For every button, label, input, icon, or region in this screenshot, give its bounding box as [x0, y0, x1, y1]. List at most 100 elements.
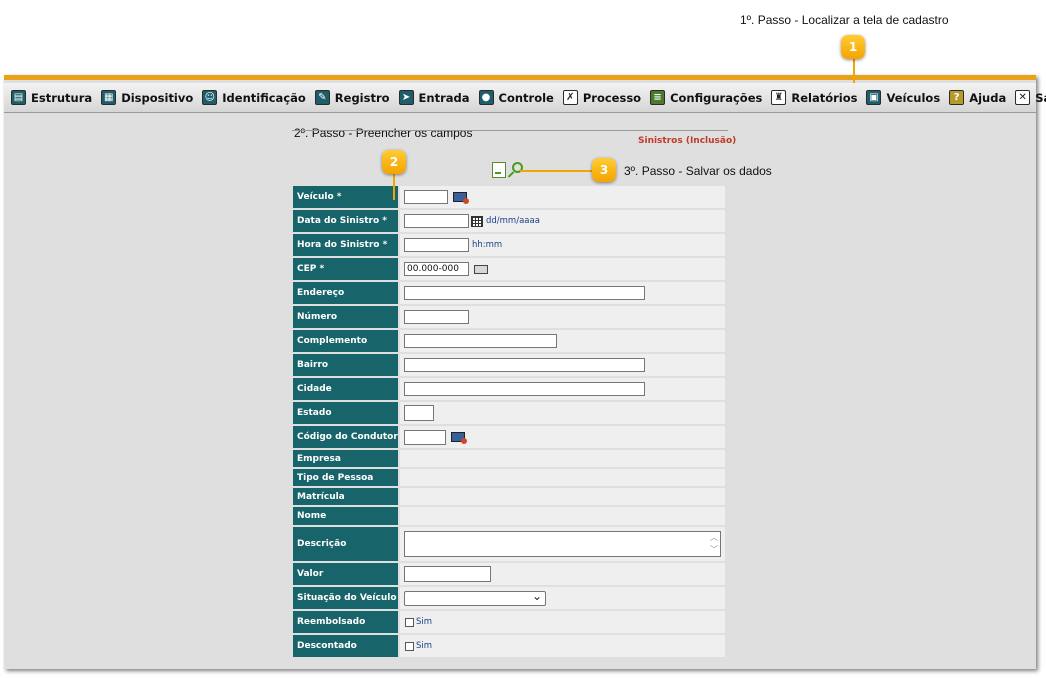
descontado-checkbox[interactable]	[405, 641, 414, 651]
label-complemento: Complemento	[293, 330, 398, 352]
menu-item-label: Sair	[1035, 90, 1046, 105]
label-cidade: Cidade	[293, 378, 398, 400]
menu-item-estrutura[interactable]: ▤ Estrutura	[11, 90, 92, 105]
step2-leader-line	[393, 174, 395, 200]
label-hora-sinistro: Hora do Sinistro *	[293, 234, 398, 256]
form-title: Sinistros (Inclusão)	[638, 136, 737, 146]
descricao-textarea[interactable]: ︿ ﹀	[404, 531, 721, 557]
menu-item-relatorios[interactable]: ♜ Relatórios	[771, 90, 857, 105]
settings-icon: ≡	[650, 90, 666, 105]
cidade-input[interactable]	[404, 382, 645, 396]
menu-item-label: Identificação	[222, 90, 306, 105]
bairro-input[interactable]	[404, 358, 645, 372]
complemento-input[interactable]	[404, 334, 557, 348]
estado-input[interactable]	[404, 405, 434, 421]
vehicle-icon: ▣	[866, 90, 882, 105]
menu-item-sair[interactable]: ✕ Sair	[1015, 90, 1046, 105]
menu-item-configuracoes[interactable]: ≡ Configurações	[650, 90, 762, 105]
menu-item-label: Veículos	[886, 90, 941, 105]
menu-item-ajuda[interactable]: ? Ajuda	[949, 90, 1006, 105]
step2-badge: 2	[382, 150, 406, 174]
control-icon: ●	[478, 90, 494, 105]
step1-badge: 1	[841, 35, 865, 59]
exit-icon: ✕	[1015, 90, 1031, 105]
label-descontado: Descontado	[293, 635, 398, 657]
label-codigo-condutor: Código do Condutor *	[293, 426, 406, 448]
menu-item-label: Registro	[334, 90, 390, 105]
date-format-hint: dd/mm/aaaa	[486, 216, 540, 226]
device-icon: ▦	[101, 90, 117, 105]
menu-item-label: Relatórios	[791, 90, 858, 105]
cep-input[interactable]: 00.000-000	[404, 262, 469, 276]
endereco-input[interactable]	[404, 286, 645, 300]
label-descricao: Descrição	[293, 527, 398, 561]
form-row-cidade: Cidade	[293, 378, 725, 400]
help-icon: ?	[949, 90, 965, 105]
hora-sinistro-input[interactable]	[404, 238, 469, 252]
chevron-down-icon[interactable]: ﹀	[710, 546, 718, 554]
main-menu-bar: ▤ Estrutura ▦ Dispositivo ☺ Identificação ✎…	[4, 83, 1046, 113]
menu-item-processo[interactable]: ✗ Processo	[562, 90, 642, 105]
veiculo-input[interactable]	[404, 190, 448, 204]
step3-annotation-text: 3º. Passo - Salvar os dados	[624, 164, 772, 178]
nome-value	[400, 507, 725, 525]
matricula-value	[400, 488, 725, 505]
menu-item-label: Estrutura	[31, 90, 93, 105]
vehicle-lookup-icon[interactable]	[453, 192, 469, 204]
chevron-up-icon[interactable]: ︿	[710, 534, 718, 542]
empresa-value	[400, 450, 725, 467]
label-data-sinistro: Data do Sinistro *	[293, 210, 398, 232]
calendar-icon[interactable]	[471, 215, 483, 227]
menu-item-registro[interactable]: ✎ Registro	[314, 90, 390, 105]
title-separator	[292, 130, 728, 131]
reports-icon: ♜	[771, 90, 787, 105]
menu-item-veiculos[interactable]: ▣ Veículos	[866, 90, 940, 105]
label-tipo-pessoa: Tipo de Pessoa	[293, 469, 398, 486]
reembolsado-option-label: Sim	[416, 617, 433, 627]
label-empresa: Empresa	[293, 450, 398, 467]
tipo-pessoa-value	[400, 469, 725, 486]
label-estado: Estado	[293, 402, 398, 424]
menu-item-label: Processo	[582, 90, 642, 105]
save-icon[interactable]	[492, 162, 506, 178]
valor-input[interactable]	[404, 566, 491, 582]
form-row-endereco: Endereço	[293, 282, 725, 304]
form-row-descricao: Descrição ︿ ﹀	[293, 527, 725, 561]
entry-icon: ➤	[398, 90, 414, 105]
form-row-data-sinistro: Data do Sinistro * dd/mm/aaaa	[293, 210, 725, 232]
label-veiculo: Veículo *	[293, 186, 398, 208]
form-row-complemento: Complemento	[293, 330, 725, 352]
time-format-hint: hh:mm	[472, 240, 503, 250]
numero-input[interactable]	[404, 310, 469, 324]
menu-item-dispositivo[interactable]: ▦ Dispositivo	[101, 90, 193, 105]
step1-leader-line	[853, 59, 855, 83]
address-lookup-icon[interactable]	[474, 264, 488, 274]
step3-badge: 3	[592, 158, 616, 182]
step2-annotation-text: 2º. Passo - Preencher os campos	[294, 126, 473, 140]
form-row-matricula: Matrícula	[293, 488, 725, 505]
menu-item-controle[interactable]: ● Controle	[478, 90, 554, 105]
form-row-reembolsado: Reembolsado Sim	[293, 611, 725, 633]
form-row-estado: Estado	[293, 402, 725, 424]
menu-item-entrada[interactable]: ➤ Entrada	[398, 90, 470, 105]
form-row-bairro: Bairro	[293, 354, 725, 376]
form-row-hora-sinistro: Hora do Sinistro * hh:mm	[293, 234, 725, 256]
label-valor: Valor	[293, 563, 398, 585]
label-nome: Nome	[293, 507, 398, 525]
form-row-situacao-veiculo: Situação do Veículo	[293, 587, 725, 609]
label-numero: Número	[293, 306, 398, 328]
label-reembolsado: Reembolsado	[293, 611, 398, 633]
reembolsado-checkbox[interactable]	[405, 617, 414, 627]
menu-item-label: Configurações	[670, 90, 763, 105]
process-icon: ✗	[562, 90, 578, 105]
codigo-condutor-input[interactable]	[404, 429, 446, 445]
menu-item-identificacao[interactable]: ☺ Identificação	[202, 90, 306, 105]
step3-leader-line	[520, 170, 592, 172]
data-sinistro-input[interactable]	[404, 214, 469, 228]
form-row-veiculo: Veículo *	[293, 186, 725, 208]
label-cep: CEP *	[293, 258, 398, 280]
situacao-veiculo-select[interactable]	[404, 589, 546, 606]
driver-lookup-icon[interactable]	[451, 432, 467, 444]
menu-item-label: Dispositivo	[121, 90, 194, 105]
form-row-codigo-condutor: Código do Condutor *	[293, 426, 725, 448]
